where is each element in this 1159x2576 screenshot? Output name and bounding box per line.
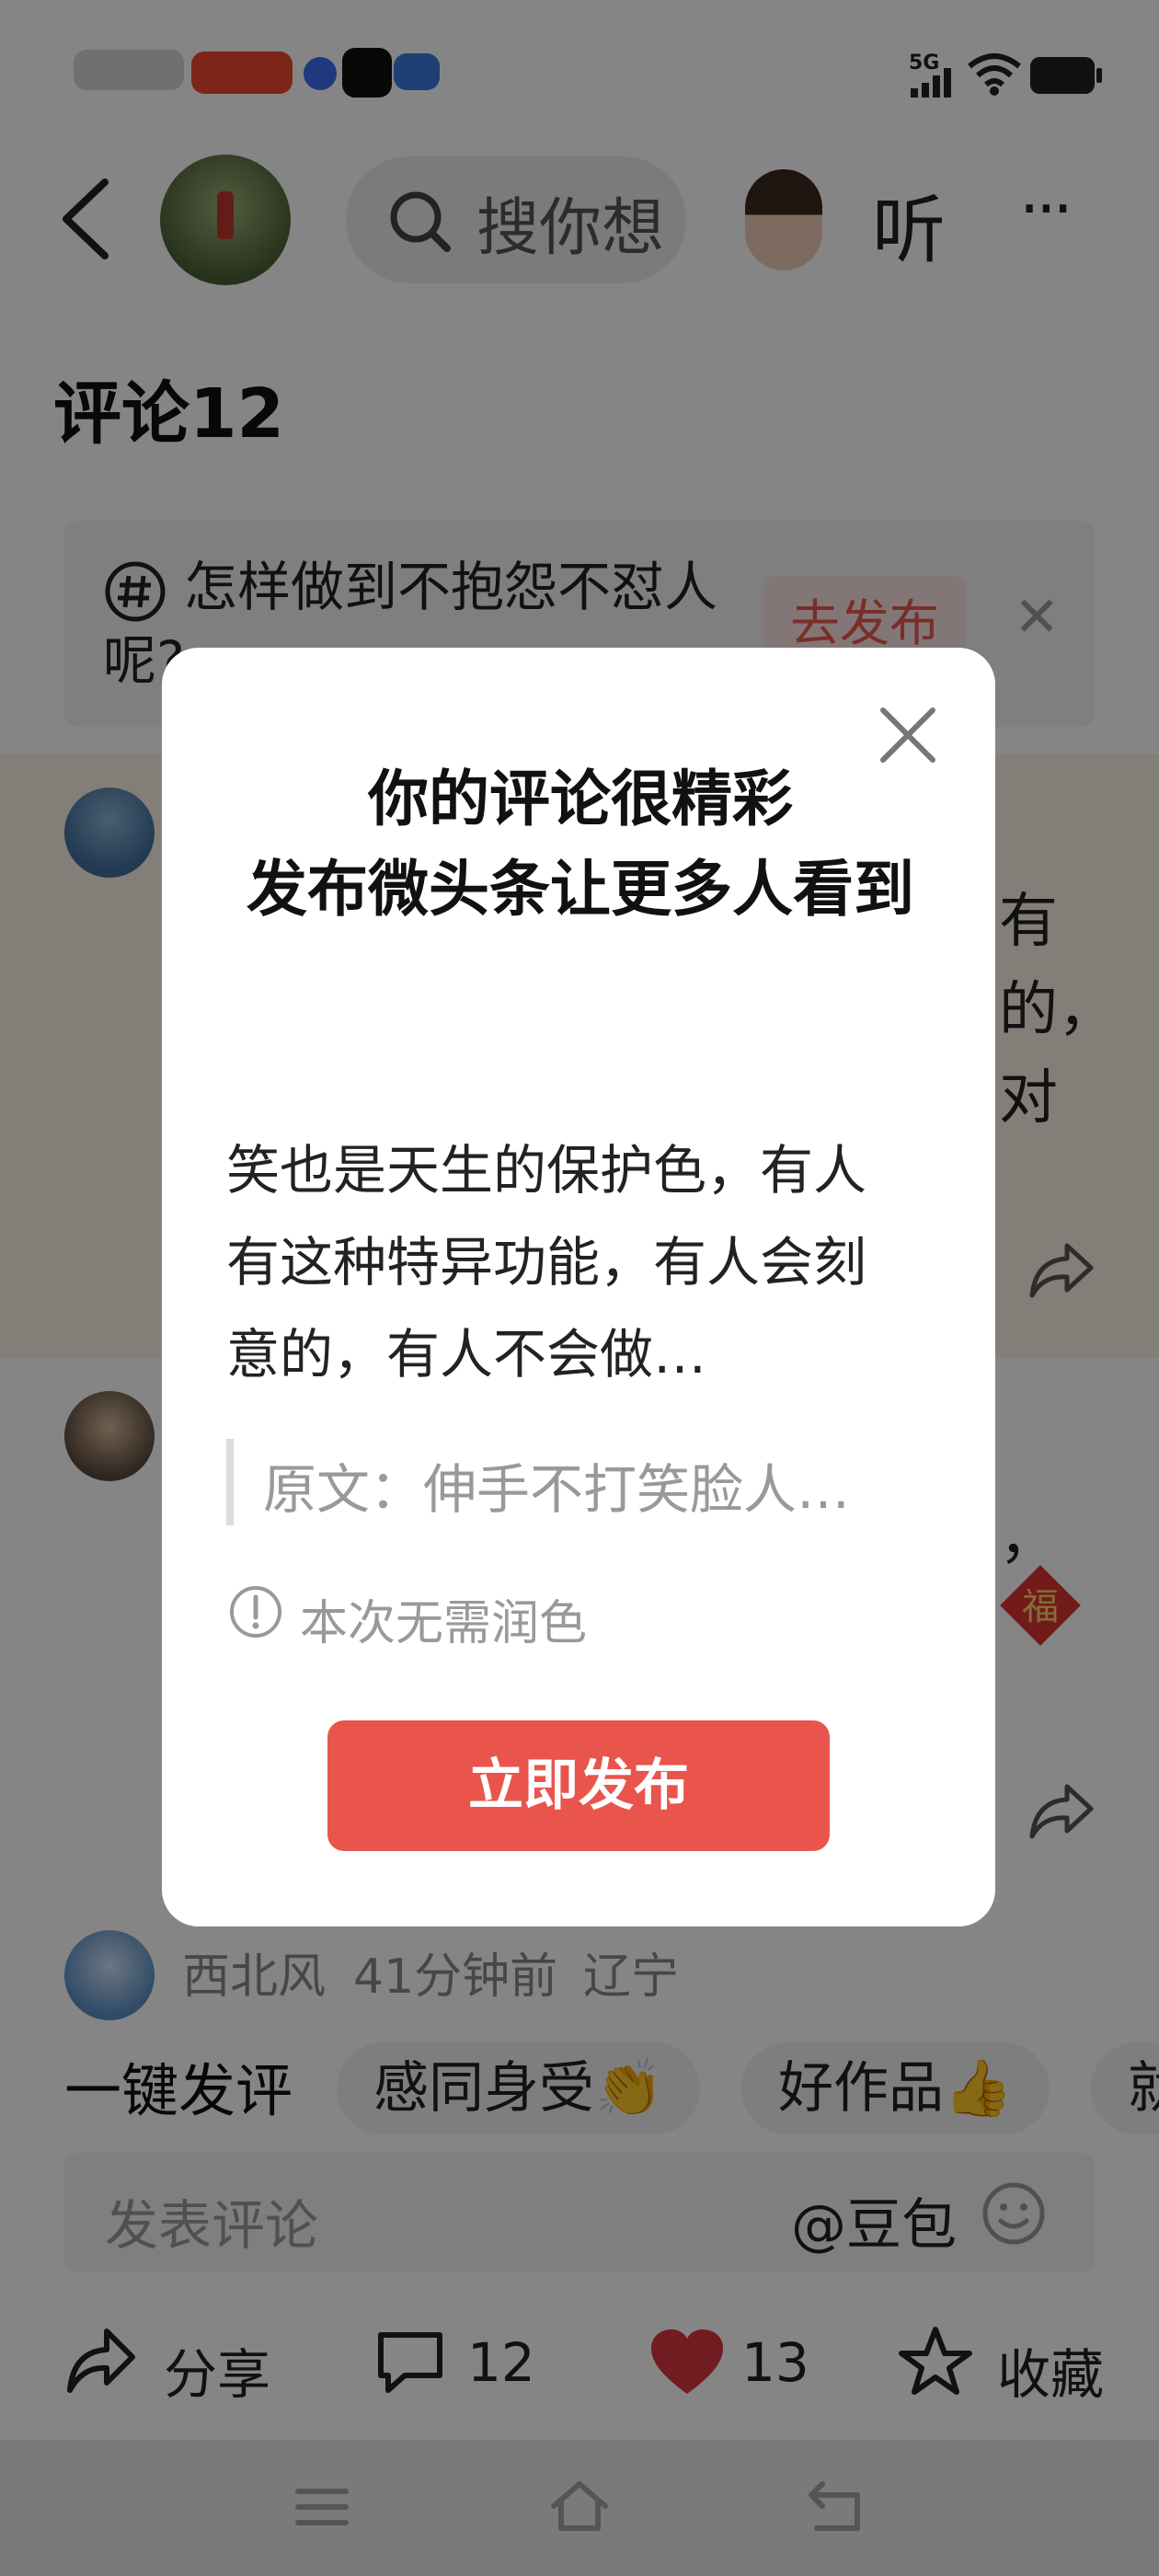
dialog-title-line2: 发布微头条让更多人看到 (247, 854, 914, 925)
status-dim (0, 0, 1159, 136)
dialog-quote: 原文：伸手不打笑脸人… (263, 1458, 851, 1521)
publish-now-button[interactable]: 立即发布 (327, 1720, 830, 1851)
dialog-comment-text: 笑也是天生的保护色，有人有这种特异功能，有人会刻意的，有人不会做… (226, 1139, 867, 1386)
dialog-hint: 本次无需润色 (300, 1596, 588, 1651)
menu-icon[interactable] (294, 2484, 350, 2530)
info-icon (230, 1586, 281, 1638)
dialog-title: 你的评论很精彩 发布微头条让更多人看到 (217, 754, 944, 935)
quote-bar (226, 1439, 234, 1525)
back-nav-icon[interactable] (806, 2478, 865, 2534)
dialog-title-line1: 你的评论很精彩 (368, 764, 793, 834)
home-icon[interactable] (548, 2478, 611, 2534)
